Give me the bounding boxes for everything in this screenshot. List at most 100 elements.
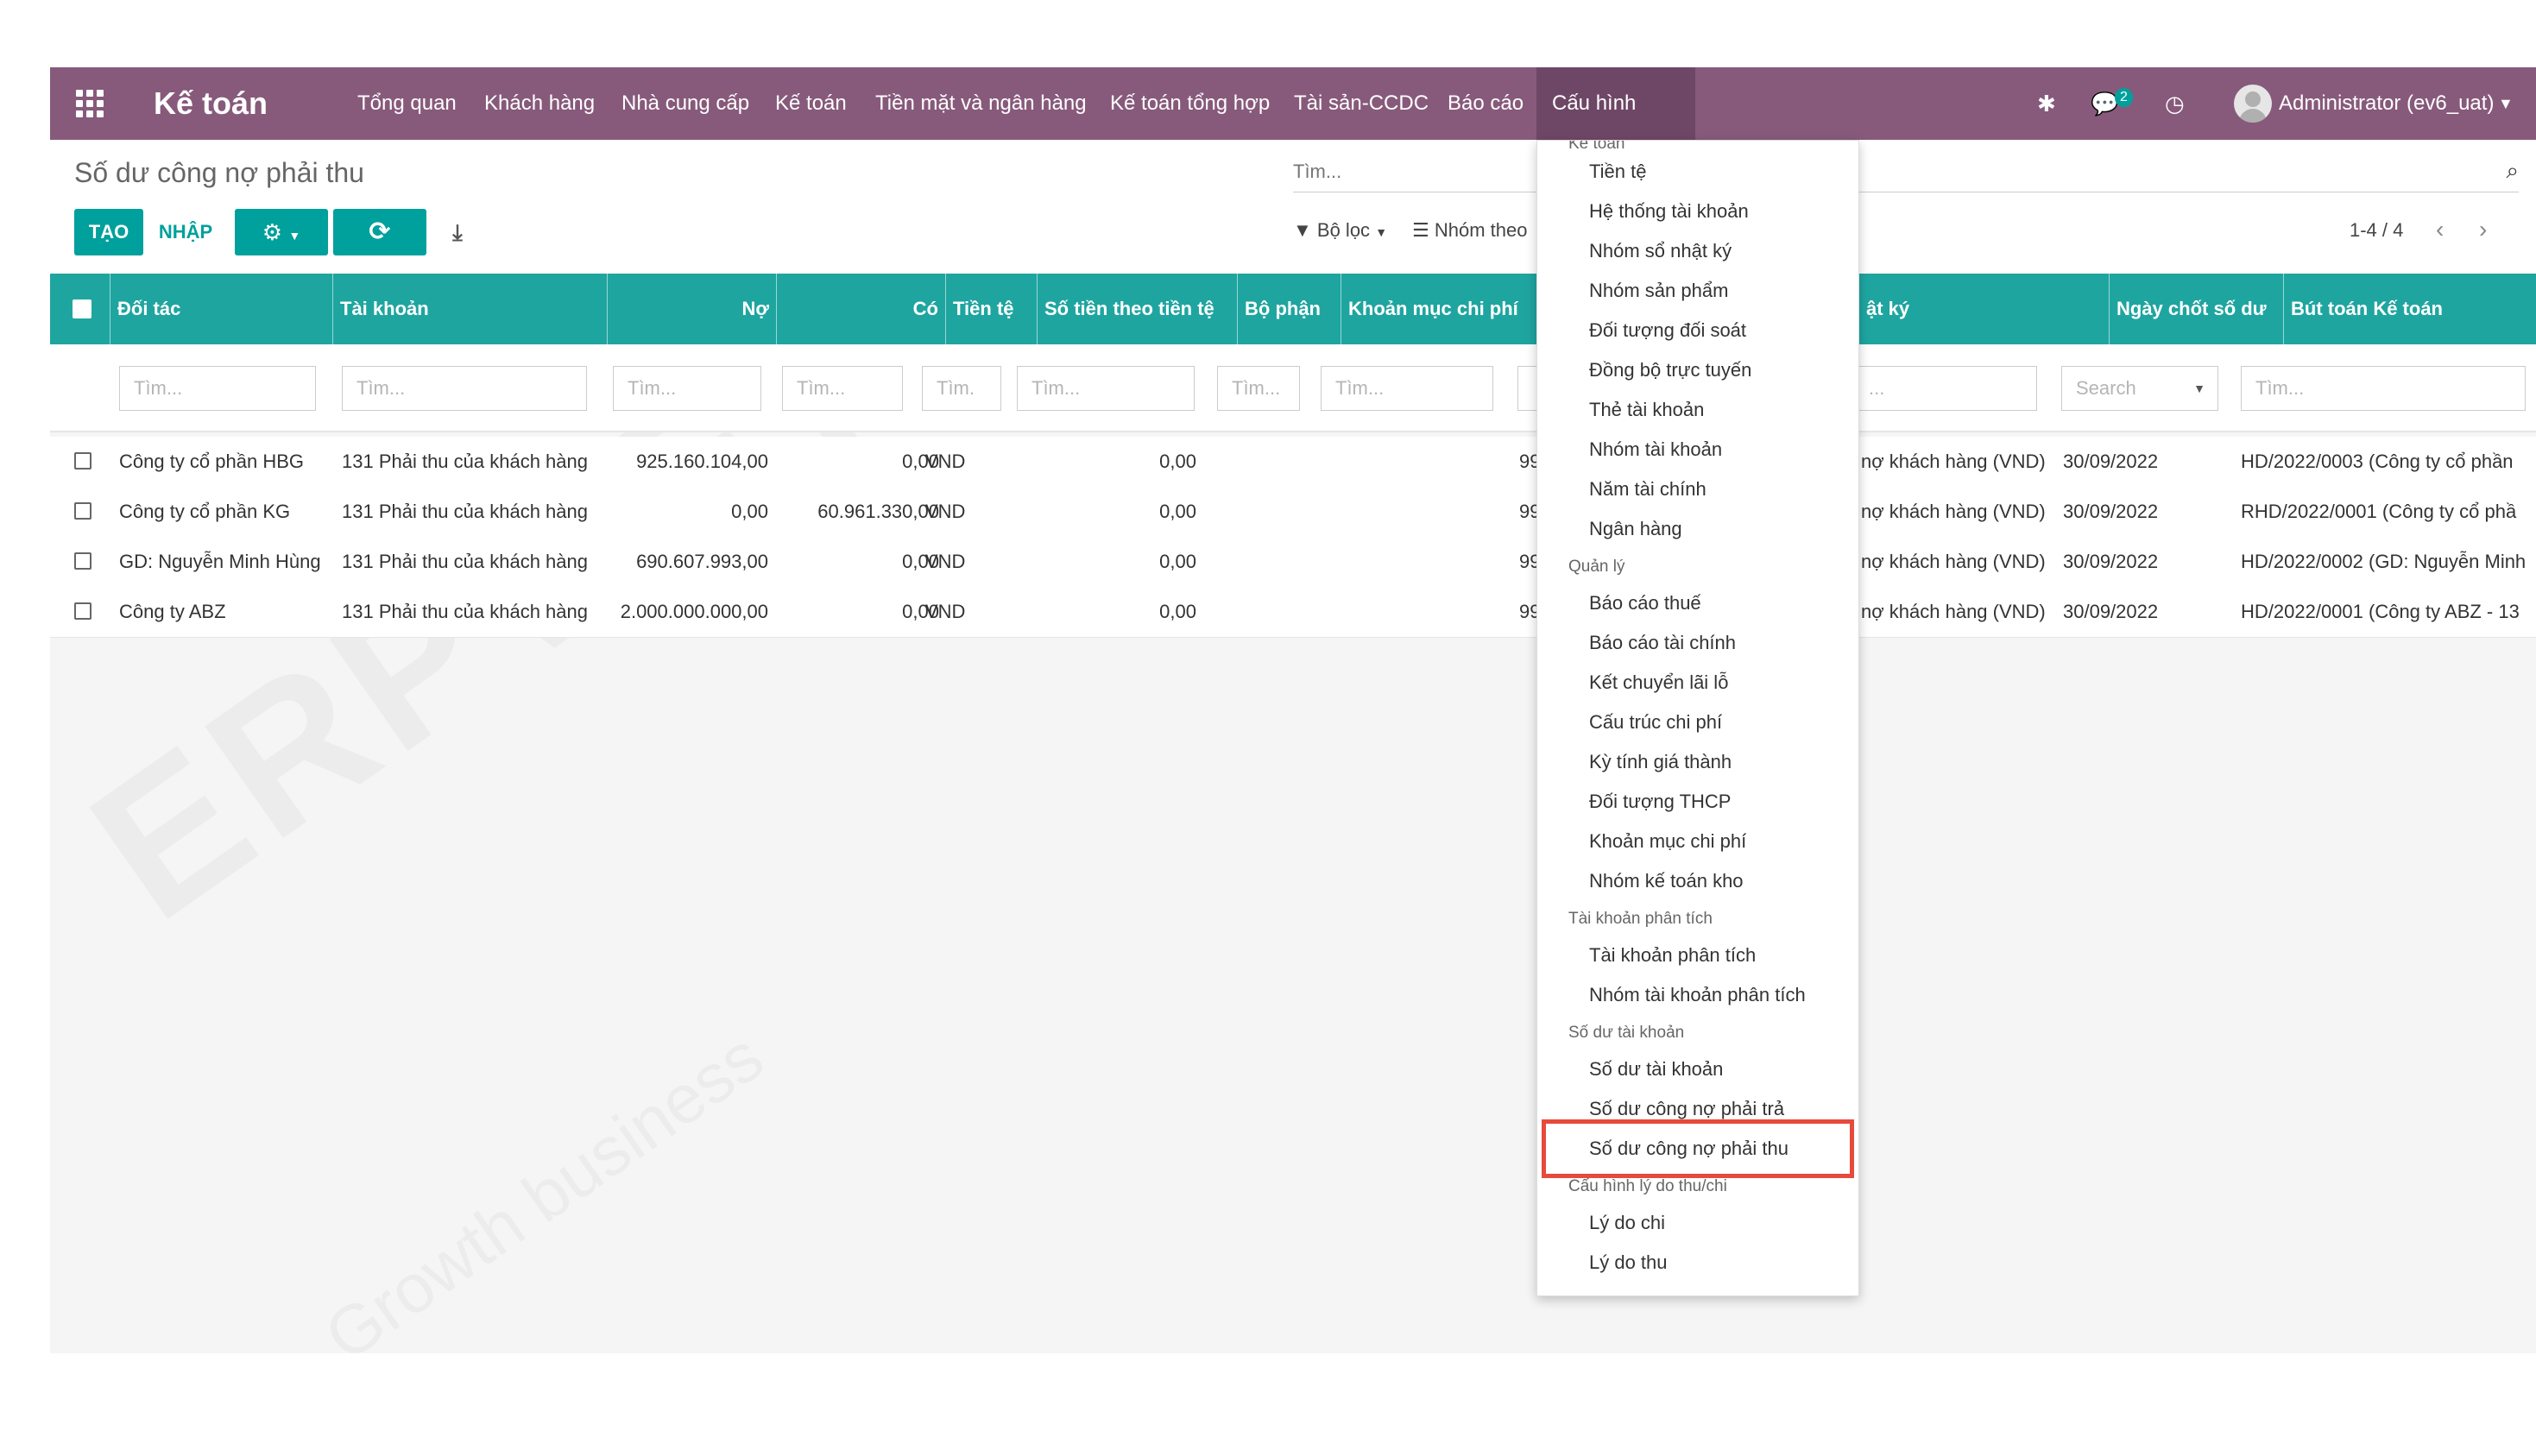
dropdown-item-tien-te[interactable]: Tiền tệ — [1589, 157, 1646, 186]
cell-debit: 2.000.000.000,00 — [620, 601, 768, 622]
col-so-nhat-ky[interactable]: ật ký — [1859, 274, 2110, 344]
dropdown-item-ky-tinh-gia-thanh[interactable]: Kỳ tính giá thành — [1589, 747, 1732, 777]
row-checkbox[interactable] — [74, 452, 91, 470]
dropdown-item-cau-truc-chi-phi[interactable]: Cấu trúc chi phí — [1589, 708, 1722, 737]
user-name[interactable]: Administrator (ev6_uat) — [2279, 67, 2494, 140]
cell-partner: Công ty cổ phần HBG — [119, 451, 305, 472]
col-doi-tac[interactable]: Đối tác — [110, 274, 333, 344]
menu-ke-toan[interactable]: Kế toán — [775, 67, 847, 140]
cell-partner: Công ty cổ phần KG — [119, 501, 291, 522]
pager-prev-icon[interactable]: ‹ — [2436, 216, 2444, 243]
menu-bao-cao[interactable]: Báo cáo — [1448, 67, 1523, 140]
menu-tai-san-ccdc[interactable]: Tài sản-CCDC — [1294, 67, 1429, 140]
cell-currency: VND — [925, 451, 966, 472]
col-no[interactable]: Nợ — [608, 274, 777, 344]
filter-no-input[interactable]: Tìm... — [613, 366, 761, 411]
dropdown-item-so-du-tai-khoan[interactable]: Số dư tài khoản — [1589, 1055, 1723, 1084]
import-button[interactable]: NHẬP — [147, 209, 224, 255]
dropdown-item-the-tai-khoan[interactable]: Thẻ tài khoản — [1589, 395, 1704, 425]
avatar[interactable] — [2234, 85, 2272, 123]
pager-value[interactable]: 1-4 / 4 — [2350, 219, 2403, 242]
col-co[interactable]: Có — [777, 274, 946, 344]
caret-down-icon[interactable]: ▼ — [2498, 67, 2514, 140]
search-icon[interactable]: ⌕ — [2506, 157, 2519, 185]
filter-ngay-chot-select[interactable]: Search ▼ — [2061, 366, 2218, 411]
menu-ke-toan-tong-hop[interactable]: Kế toán tổng hợp — [1110, 67, 1270, 140]
filter-bo-phan-input[interactable]: Tìm... — [1217, 366, 1300, 411]
create-button[interactable]: TẠO — [74, 209, 143, 255]
table-row[interactable]: Công ty ABZ 131 Phải thu của khách hàng … — [50, 587, 2536, 638]
dropdown-item-khoan-muc-chi-phi[interactable]: Khoản mục chi phí — [1589, 827, 1746, 856]
filter-so-tien-input[interactable]: Tìm... — [1017, 366, 1195, 411]
apps-icon[interactable] — [76, 90, 104, 117]
row-checkbox[interactable] — [74, 502, 91, 520]
dropdown-item-ly-do-chi[interactable]: Lý do chi — [1589, 1208, 1665, 1238]
menu-nha-cung-cap[interactable]: Nhà cung cấp — [621, 67, 749, 140]
dropdown-item-bao-cao-tai-chinh[interactable]: Báo cáo tài chính — [1589, 628, 1736, 658]
dropdown-item-doi-tuong-doi-soat[interactable]: Đối tượng đối soát — [1589, 316, 1746, 345]
menu-cau-hinh[interactable]: Cấu hình — [1552, 67, 1636, 140]
filter-khoan-muc-input[interactable]: Tìm... — [1321, 366, 1493, 411]
dropdown-item-he-thong-tai-khoan[interactable]: Hệ thống tài khoản — [1589, 197, 1749, 226]
table-row[interactable]: GD: Nguyễn Minh Hùng 131 Phải thu của kh… — [50, 537, 2536, 588]
cell-date: 30/09/2022 — [2063, 501, 2159, 522]
row-checkbox[interactable] — [74, 602, 91, 620]
select-all-cell — [50, 274, 110, 344]
col-tai-khoan[interactable]: Tài khoản — [333, 274, 608, 344]
dropdown-item-tai-khoan-phan-tich[interactable]: Tài khoản phân tích — [1589, 941, 1756, 970]
dropdown-item-dong-bo-truc-tuyen[interactable]: Đồng bộ trực tuyến — [1589, 356, 1751, 385]
filter-tien-te-input[interactable]: Tìm. — [922, 366, 1001, 411]
chat-icon[interactable]: 💬 — [2091, 67, 2118, 140]
refresh-button[interactable]: ⟳ — [333, 209, 426, 255]
dropdown-item-nhom-tai-khoan-phan-tich[interactable]: Nhóm tài khoản phân tích — [1589, 980, 1806, 1010]
dropdown-item-doi-tuong-thcp[interactable]: Đối tượng THCP — [1589, 787, 1731, 816]
dropdown-section-tai-khoan-phan-tich: Tài khoản phân tích — [1568, 910, 1713, 928]
dropdown-item-nhom-ke-toan-kho[interactable]: Nhóm kế toán kho — [1589, 867, 1744, 896]
col-but-toan[interactable]: Bút toán Kế toán — [2284, 274, 2536, 344]
row-checkbox[interactable] — [74, 552, 91, 570]
cell-account: 131 Phải thu của khách hàng — [342, 601, 589, 622]
col-ngay-chot-so-du[interactable]: Ngày chốt số dư — [2110, 274, 2284, 344]
filter-doi-tac-input[interactable]: Tìm... — [119, 366, 316, 411]
pager-next-icon[interactable]: › — [2479, 216, 2487, 243]
cell-credit: 0,00 — [902, 601, 939, 622]
menu-tong-quan[interactable]: Tổng quan — [357, 67, 457, 140]
dropdown-item-nhom-so-nhat-ky[interactable]: Nhóm sổ nhật ký — [1589, 236, 1732, 266]
select-all-checkbox[interactable] — [73, 299, 91, 318]
table-row[interactable]: Công ty cổ phần HBG 131 Phải thu của khá… — [50, 437, 2536, 488]
cell-debit: 690.607.993,00 — [636, 551, 768, 572]
bug-icon[interactable]: ✱ — [2037, 67, 2056, 140]
chevron-down-icon: ▼ — [1375, 225, 1388, 239]
filter-but-toan-input[interactable]: Tìm... — [2241, 366, 2526, 411]
app-brand[interactable]: Kế toán — [154, 67, 268, 140]
action-gear-button[interactable]: ⚙ ▼ — [235, 209, 328, 255]
chevron-down-icon: ▼ — [2193, 381, 2205, 395]
dropdown-item-ket-chuyen-lai-lo[interactable]: Kết chuyển lãi lỗ — [1589, 668, 1728, 697]
col-bo-phan[interactable]: Bộ phận — [1238, 274, 1341, 344]
clock-icon[interactable]: ◷ — [2165, 67, 2185, 140]
dropdown-item-ngan-hang[interactable]: Ngân hàng — [1589, 514, 1682, 544]
filter-so-nhat-ky-input[interactable]: ... — [1854, 366, 2037, 411]
download-icon[interactable]: ⤓ — [440, 209, 475, 255]
message-count-badge: 2 — [2115, 88, 2133, 107]
filter-dropdown[interactable]: ▼ Bộ lọc ▼ — [1293, 219, 1387, 242]
dropdown-section-quan-ly: Quản lý — [1568, 558, 1625, 576]
filter-co-input[interactable]: Tìm... — [782, 366, 903, 411]
search-bar[interactable]: ⌕ — [1293, 157, 2519, 192]
table-row[interactable]: Công ty cổ phần KG 131 Phải thu của khác… — [50, 487, 2536, 538]
menu-khach-hang[interactable]: Khách hàng — [484, 67, 595, 140]
cell-amount-currency: 0,00 — [1159, 551, 1196, 572]
dropdown-item-nhom-tai-khoan[interactable]: Nhóm tài khoản — [1589, 435, 1722, 464]
dropdown-item-bao-cao-thue[interactable]: Báo cáo thuế — [1589, 589, 1701, 618]
col-khoan-muc-chi-phi[interactable]: Khoản mục chi phí — [1341, 274, 1562, 344]
filter-row: Tìm... Tìm... Tìm... Tìm... Tìm. Tìm... … — [50, 344, 2536, 432]
group-by-dropdown[interactable]: ☰ Nhóm theo — [1412, 219, 1527, 242]
filter-tai-khoan-input[interactable]: Tìm... — [342, 366, 587, 411]
dropdown-item-ly-do-thu[interactable]: Lý do thu — [1589, 1248, 1668, 1277]
col-so-tien-theo-tien-te[interactable]: Số tiền theo tiền tệ — [1038, 274, 1238, 344]
menu-tien-mat-ngan-hang[interactable]: Tiền mặt và ngân hàng — [875, 67, 1087, 140]
dropdown-item-nhom-san-pham[interactable]: Nhóm sản phẩm — [1589, 276, 1728, 306]
cell-debit: 925.160.104,00 — [636, 451, 768, 472]
dropdown-item-nam-tai-chinh[interactable]: Năm tài chính — [1589, 475, 1706, 504]
col-tien-te[interactable]: Tiền tệ — [946, 274, 1038, 344]
